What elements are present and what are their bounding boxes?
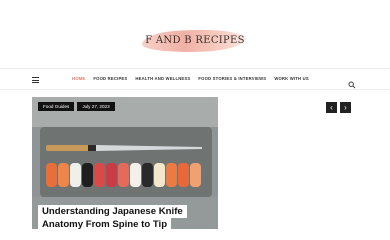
- nav-menu: HOME FOOD RECIPES HEALTH AND WELLNESS FO…: [72, 76, 309, 81]
- slider-controls: ‹ ›: [326, 102, 351, 113]
- nav-item-food-recipes[interactable]: FOOD RECIPES: [93, 76, 127, 81]
- featured-post[interactable]: Food Guides July 27, 2023 Understanding …: [32, 97, 218, 229]
- chevron-right-icon[interactable]: ›: [340, 102, 351, 113]
- search-icon[interactable]: [348, 76, 356, 89]
- post-meta: Food Guides July 27, 2023: [38, 102, 115, 111]
- main-navigation: HOME FOOD RECIPES HEALTH AND WELLNESS FO…: [0, 68, 390, 90]
- site-logo[interactable]: F AND B RECIPES: [140, 26, 250, 56]
- post-title-line-1[interactable]: Understanding Japanese Knife: [38, 205, 187, 218]
- nav-item-home[interactable]: HOME: [72, 76, 85, 81]
- nav-item-food-stories[interactable]: FOOD STORIES & INTERVIEWS: [198, 76, 266, 81]
- nav-item-health-and-wellness[interactable]: HEALTH AND WELLNESS: [135, 76, 190, 81]
- logo-text: F AND B RECIPES: [145, 35, 245, 46]
- nav-item-work-with-us[interactable]: WORK WITH US: [274, 76, 309, 81]
- post-title-line-2[interactable]: Anatomy From Spine to Tip: [38, 218, 172, 229]
- category-badge[interactable]: Food Guides: [38, 102, 75, 111]
- post-date: July 27, 2023: [77, 102, 115, 111]
- chevron-left-icon[interactable]: ‹: [326, 102, 337, 113]
- hamburger-icon[interactable]: [32, 77, 39, 83]
